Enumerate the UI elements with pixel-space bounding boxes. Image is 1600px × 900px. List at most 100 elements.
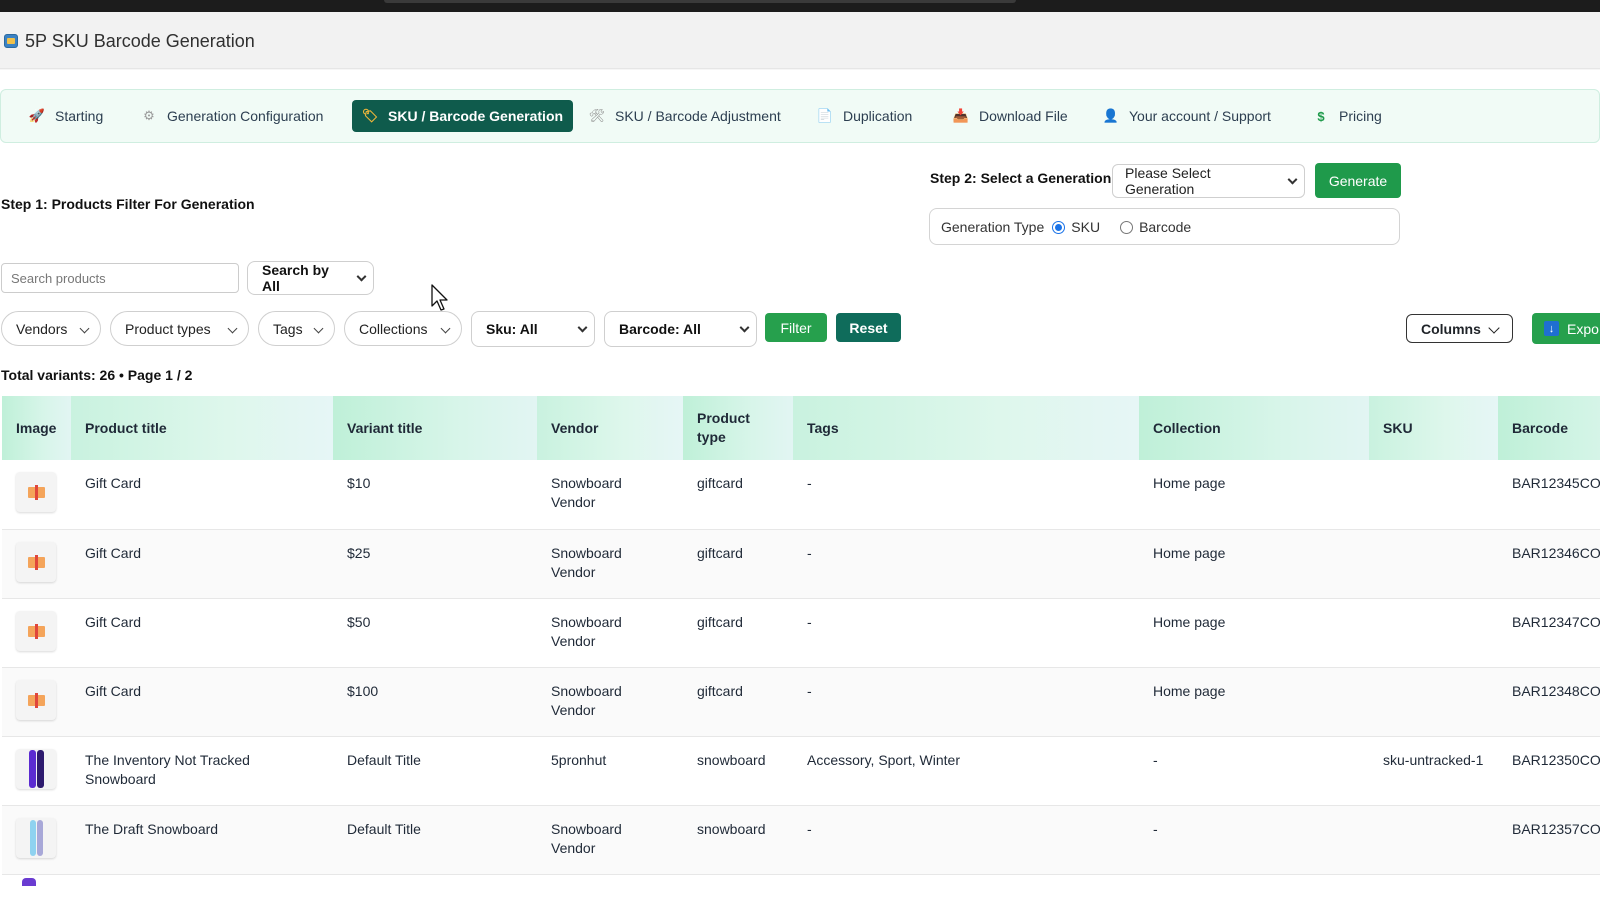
- barcode-cell: BAR12357CODE: [1498, 805, 1600, 875]
- vendor-cell: Snowboard Vendor: [537, 598, 683, 668]
- table-row[interactable]: Gift Card $100 Snowboard Vendor giftcard…: [2, 667, 1600, 737]
- total-variants: Total variants: 26 • Page 1 / 2: [1, 367, 193, 383]
- product-type-cell: giftcard: [683, 460, 793, 530]
- collections-filter[interactable]: Collections: [344, 311, 462, 346]
- table-row[interactable]: Gift Card $10 Snowboard Vendor giftcard …: [2, 460, 1600, 530]
- column-header[interactable]: Collection: [1139, 396, 1369, 460]
- collection-cell: Home page: [1139, 667, 1369, 737]
- sku-radio-label[interactable]: SKU: [1071, 219, 1100, 235]
- app-header: 5P SKU Barcode Generation: [0, 12, 1600, 69]
- variant-title-cell: $50: [333, 598, 537, 668]
- gift-card-thumbnail: [16, 541, 56, 582]
- table-row[interactable]: Gift Card $25 Snowboard Vendor giftcard …: [2, 529, 1600, 599]
- export-button[interactable]: ↓ Expo: [1532, 313, 1600, 344]
- collection-cell: -: [1139, 736, 1369, 806]
- filter-button[interactable]: Filter: [765, 313, 827, 342]
- main-content: 🚀 Starting ⚙ Generation Configuration 🏷 …: [0, 70, 1600, 900]
- gift-card-thumbnail: [16, 472, 56, 512]
- product-title-cell: Gift Card: [71, 460, 333, 530]
- gift-card-thumbnail: [16, 610, 56, 651]
- browser-top-bar: [0, 0, 1600, 12]
- barcode-radio[interactable]: [1120, 221, 1134, 234]
- nav-tabs: 🚀 Starting ⚙ Generation Configuration 🏷 …: [0, 89, 1600, 143]
- collection-cell: Home page: [1139, 529, 1369, 599]
- barcode-cell: BAR12348CODE: [1498, 667, 1600, 737]
- tab-label: Starting: [55, 108, 104, 124]
- columns-button[interactable]: Columns: [1406, 314, 1513, 343]
- sku-cell: [1369, 460, 1498, 530]
- column-header[interactable]: Variant title: [333, 396, 537, 460]
- gear-icon: ⚙: [143, 108, 155, 123]
- variant-title-cell: Default Title: [333, 736, 537, 806]
- collection-cell: -: [1139, 805, 1369, 875]
- column-header[interactable]: Vendor: [537, 396, 683, 460]
- vendors-filter[interactable]: Vendors: [1, 311, 101, 346]
- table-row[interactable]: Gift Card $50 Snowboard Vendor giftcard …: [2, 598, 1600, 668]
- vendor-cell: 5pronhut: [537, 736, 683, 806]
- chevron-down-icon: [577, 322, 588, 333]
- tab-starting[interactable]: 🚀 Starting: [19, 100, 113, 132]
- tab-label: Download File: [979, 108, 1068, 124]
- generation-select[interactable]: Please Select Generation: [1112, 164, 1305, 198]
- product-title-cell: The Draft Snowboard: [71, 805, 333, 875]
- address-bar[interactable]: [384, 0, 1016, 3]
- column-header[interactable]: Product type: [683, 396, 793, 460]
- sku-cell: [1369, 598, 1498, 668]
- image-cell: [2, 667, 71, 737]
- tools-icon: 🛠: [588, 108, 606, 123]
- chevron-down-icon: [227, 323, 238, 334]
- column-header[interactable]: Image: [2, 396, 71, 460]
- product-type-cell: giftcard: [683, 529, 793, 599]
- tab-download-file[interactable]: 📥 Download File: [943, 100, 1078, 132]
- chevron-down-icon: [356, 271, 367, 282]
- product-type-cell: snowboard: [683, 805, 793, 875]
- barcode-cell: BAR12350CODE: [1498, 736, 1600, 806]
- barcode-filter-select[interactable]: Barcode: All: [604, 311, 757, 347]
- image-cell: [2, 460, 71, 530]
- variants-table-container[interactable]: Image Product title Variant title Vendor…: [2, 396, 1600, 900]
- column-header[interactable]: Product title: [71, 396, 333, 460]
- tags-cell: -: [793, 460, 1139, 530]
- rocket-icon: 🚀: [28, 108, 46, 123]
- generate-button[interactable]: Generate: [1315, 163, 1401, 198]
- vendors-filter-label: Vendors: [16, 320, 68, 337]
- tab-sku-barcode-generation[interactable]: 🏷 SKU / Barcode Generation: [352, 100, 574, 132]
- sku-filter-select[interactable]: Sku: All: [471, 311, 595, 347]
- chevron-down-icon: [1287, 174, 1298, 185]
- collection-cell: Home page: [1139, 598, 1369, 668]
- table-row[interactable]: The Inventory Not Tracked Snowboard Defa…: [2, 736, 1600, 806]
- product-types-filter[interactable]: Product types: [110, 311, 249, 346]
- barcode-radio-label[interactable]: Barcode: [1139, 219, 1191, 235]
- search-scope-select[interactable]: Search by All: [247, 261, 374, 295]
- chevron-down-icon: [1488, 322, 1500, 334]
- tags-cell: -: [793, 805, 1139, 875]
- columns-button-label: Columns: [1421, 320, 1481, 337]
- tab-pricing[interactable]: $ Pricing: [1303, 100, 1392, 132]
- product-type-cell: giftcard: [683, 598, 793, 668]
- product-title-cell: Gift Card: [71, 598, 333, 668]
- reset-button[interactable]: Reset: [836, 313, 901, 342]
- variant-title-cell: $10: [333, 460, 537, 530]
- tags-cell: -: [793, 529, 1139, 599]
- tags-filter[interactable]: Tags: [258, 311, 335, 346]
- variant-title-cell: Default Title: [333, 805, 537, 875]
- chevron-down-icon: [313, 323, 324, 334]
- table-row[interactable]: The Draft Snowboard Default Title Snowbo…: [2, 805, 1600, 875]
- tab-duplication[interactable]: 📄 Duplication: [807, 100, 922, 132]
- column-header[interactable]: Tags: [793, 396, 1139, 460]
- vendor-cell: Snowboard Vendor: [537, 460, 683, 530]
- tags-filter-label: Tags: [273, 320, 303, 337]
- tab-sku-barcode-adjustment[interactable]: 🛠 SKU / Barcode Adjustment: [579, 100, 791, 132]
- column-header[interactable]: SKU: [1369, 396, 1498, 460]
- sku-radio[interactable]: [1052, 221, 1066, 234]
- sku-cell: [1369, 667, 1498, 737]
- tab-label: SKU / Barcode Generation: [388, 108, 564, 124]
- tab-generation-configuration[interactable]: ⚙ Generation Configuration: [131, 100, 333, 132]
- collection-cell: Home page: [1139, 460, 1369, 530]
- column-header[interactable]: Barcode: [1498, 396, 1600, 460]
- tags-cell: -: [793, 667, 1139, 737]
- tab-account-support[interactable]: 👤 Your account / Support: [1093, 100, 1281, 132]
- search-input[interactable]: Search products: [1, 263, 239, 293]
- barcode-cell: BAR12346CODE: [1498, 529, 1600, 599]
- user-icon: 👤: [1102, 108, 1120, 123]
